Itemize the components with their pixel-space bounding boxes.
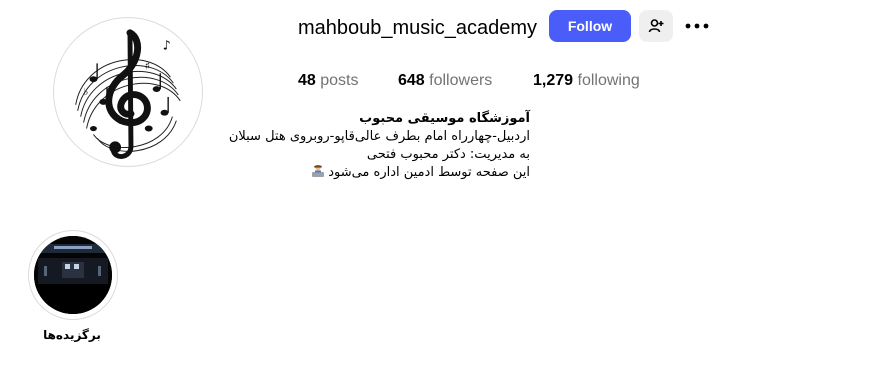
followers-label: followers [429, 72, 493, 89]
svg-text:♭: ♭ [84, 87, 89, 98]
story-highlight[interactable] [28, 230, 118, 320]
bio-line-admin: این صفحه توسط ادمین اداره می‌شود [298, 164, 530, 182]
man-technologist-emoji-icon [312, 165, 325, 177]
svg-text:♪: ♪ [163, 39, 171, 54]
more-options-button[interactable] [682, 12, 712, 40]
posts-label: posts [320, 72, 359, 89]
more-options-icon [685, 23, 709, 29]
suggested-accounts-button[interactable] [639, 10, 673, 42]
person-add-icon [648, 19, 664, 33]
treble-clef-logo-icon: ♯ ♪ ♭ [75, 29, 181, 159]
bio-line-management: به مدیریت: دکتر محبوب فتحی [366, 147, 530, 162]
posts-stat: 48 posts [298, 72, 359, 90]
followers-stat[interactable]: 648 followers [398, 72, 492, 90]
highlight-label[interactable]: برگزیده‌ها [20, 328, 124, 342]
following-stat[interactable]: 1,279 following [533, 72, 640, 90]
following-label: following [577, 72, 640, 89]
profile-username: mahboub_music_academy [298, 17, 538, 39]
posts-count: 48 [298, 72, 316, 89]
followers-count: 648 [398, 72, 425, 89]
following-count: 1,279 [533, 72, 574, 89]
profile-bio: آموزشگاه موسیقی محبوب اردبیل-چهارراه اما… [228, 110, 530, 182]
bio-line-address: اردبیل-چهارراه امام بطرف عالی‌قاپو-روبرو… [228, 129, 530, 144]
highlight-cover [34, 236, 112, 314]
stage-performance-thumbnail-icon [34, 236, 112, 314]
svg-text:♯: ♯ [145, 59, 150, 72]
profile-avatar[interactable]: ♯ ♪ ♭ [53, 17, 203, 167]
bio-line-admin-text: این صفحه توسط ادمین اداره می‌شود [328, 165, 530, 180]
bio-display-name: آموزشگاه موسیقی محبوب [359, 111, 530, 126]
follow-button[interactable]: Follow [549, 10, 631, 42]
